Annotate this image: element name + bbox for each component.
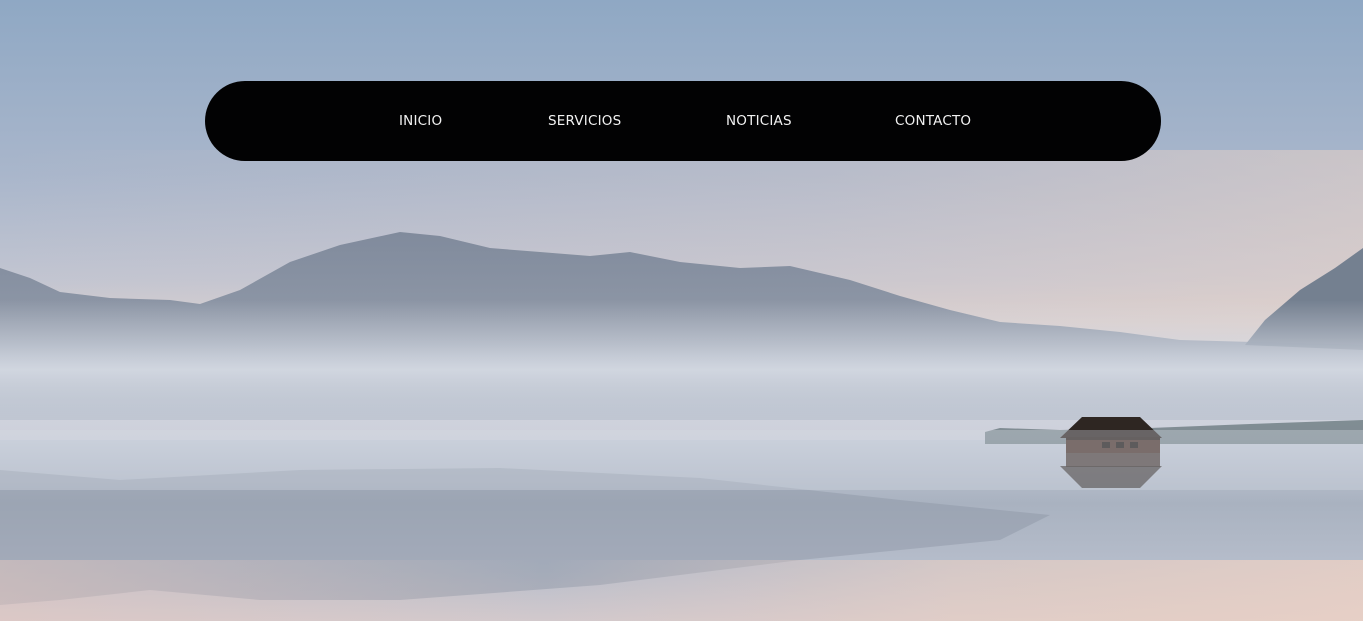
main-navigation-bar: INICIO SERVICIOS NOTICIAS CONTACTO xyxy=(205,81,1161,161)
nav-link-contacto[interactable]: CONTACTO xyxy=(895,81,971,161)
nav-link-servicios[interactable]: SERVICIOS xyxy=(548,81,621,161)
nav-link-inicio[interactable]: INICIO xyxy=(399,81,442,161)
nav-link-noticias[interactable]: NOTICIAS xyxy=(726,81,792,161)
